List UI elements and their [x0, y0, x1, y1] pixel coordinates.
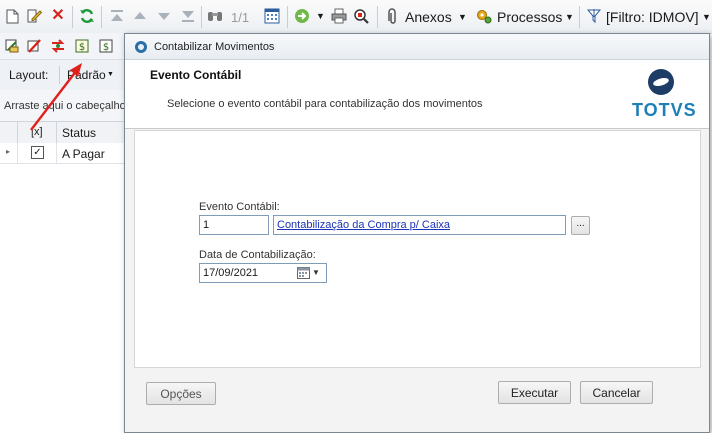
cancel-button[interactable]: Cancelar [580, 381, 653, 404]
event-description-link[interactable]: Contabilização da Compra p/ Caixa [277, 219, 450, 231]
gears-icon[interactable] [476, 8, 492, 24]
binoculars-icon[interactable] [207, 8, 223, 24]
header-subtitle: Selecione o evento contábil para contabi… [167, 98, 483, 110]
options-button[interactable]: Opções [146, 382, 216, 405]
row-status-cell: A Pagar [62, 147, 105, 161]
app-logo-icon [134, 40, 148, 54]
calendar-icon [297, 267, 310, 282]
brand-name: TOTVS [632, 100, 697, 120]
dialog-header: Evento Contábil Selecione o evento contá… [125, 60, 709, 129]
export-icon[interactable] [294, 8, 310, 24]
processes-dropdown-icon[interactable]: ▼ [565, 12, 574, 22]
event-lookup-button[interactable]: ... [571, 216, 590, 235]
row-indicator-icon: ▸ [6, 147, 11, 156]
date-field[interactable]: 17/09/2021 [199, 263, 292, 283]
event-label: Evento Contábil: [199, 201, 280, 213]
chevron-down-icon: ▼ [312, 268, 320, 277]
dialog-title: Contabilizar Movimentos [154, 41, 275, 53]
execute-button[interactable]: Executar [498, 381, 571, 404]
event-description-field[interactable]: Contabilização da Compra p/ Caixa [273, 215, 566, 235]
dialog-titlebar[interactable]: Contabilizar Movimentos [125, 34, 709, 60]
previous-record-icon[interactable] [132, 8, 148, 24]
filter-icon[interactable] [586, 8, 602, 24]
totvs-logo-icon [645, 67, 677, 97]
print-icon[interactable] [331, 8, 347, 24]
calendar-grid-icon[interactable] [264, 8, 280, 24]
attachments-button[interactable]: Anexos [405, 9, 452, 25]
record-counter: 1/1 [231, 10, 250, 25]
next-record-icon[interactable] [156, 8, 172, 24]
table-row[interactable]: ▸ ✓ A Pagar [0, 143, 130, 164]
row-checkbox[interactable]: ✓ [31, 146, 44, 159]
export-dropdown-icon[interactable]: ▼ [316, 11, 325, 21]
attachments-dropdown-icon[interactable]: ▼ [458, 12, 467, 22]
annotation-arrow [30, 63, 82, 131]
event-code-field[interactable]: 1 [199, 215, 269, 235]
date-label: Data de Contabilização: [199, 249, 316, 261]
last-record-icon[interactable] [180, 8, 196, 24]
print-preview-icon[interactable] [353, 8, 369, 24]
date-value: 17/09/2021 [203, 267, 259, 279]
event-code-value: 1 [203, 219, 210, 231]
contabilizar-dialog: Contabilizar Movimentos Evento Contábil … [124, 33, 710, 433]
dialog-body: Evento Contábil: 1 Contabilização da Com… [134, 130, 701, 368]
filter-dropdown-icon[interactable]: ▼ [702, 12, 711, 22]
paperclip-icon[interactable] [384, 8, 400, 24]
date-picker-button[interactable]: ▼ [291, 263, 327, 283]
header-title: Evento Contábil [150, 68, 242, 82]
processes-button[interactable]: Processos [497, 9, 562, 25]
filter-button[interactable]: [Filtro: IDMOV] [606, 9, 699, 25]
